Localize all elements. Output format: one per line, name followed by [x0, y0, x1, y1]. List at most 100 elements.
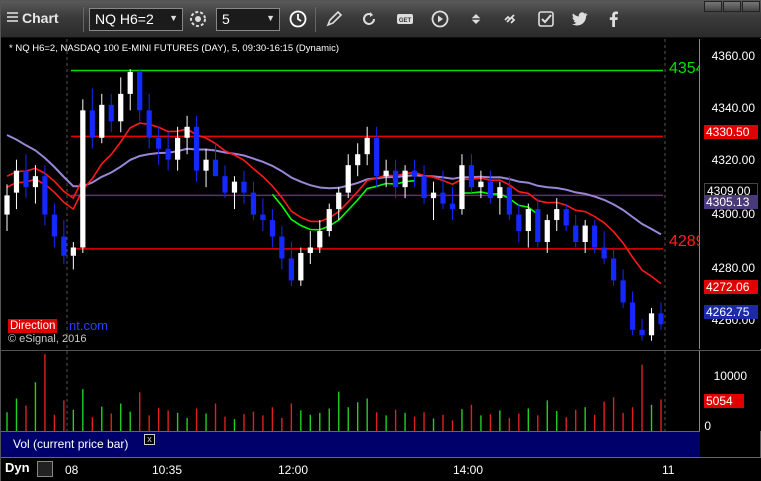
maximize-button[interactable]: [723, 1, 741, 12]
toolbar: Chart NQ H6=2 ▼ 5 ▼ GET: [1, 1, 761, 38]
refresh-button[interactable]: [356, 6, 382, 32]
moving-average-purple: [6, 134, 662, 236]
direction-badge[interactable]: Direction: [8, 319, 58, 333]
candle-body: [23, 170, 29, 188]
refresh-icon: [363, 12, 375, 25]
moving-average-red: [6, 122, 662, 285]
candle-body: [345, 165, 351, 193]
direction-badge-tail[interactable]: nt.com: [69, 318, 108, 333]
candle-body: [307, 247, 313, 253]
vwap-green: [271, 179, 415, 231]
twitter-icon: [572, 12, 588, 26]
candle-body: [573, 225, 579, 243]
play-button[interactable]: [427, 6, 453, 32]
candle-body: [582, 225, 588, 243]
clock-icon: [289, 10, 307, 28]
toolbar-separator: [83, 7, 84, 32]
volume-axis[interactable]: 10000 5054 0: [700, 350, 761, 433]
volume-panel[interactable]: [1, 350, 700, 432]
candle-body: [487, 181, 493, 199]
candle-body: [648, 313, 655, 336]
candle-body: [70, 247, 76, 256]
close-button[interactable]: [742, 1, 760, 12]
chart-window: Chart NQ H6=2 ▼ 5 ▼ GET * NQ H6=2, NASDA…: [0, 0, 761, 481]
price-flag-last: 4262.75: [704, 305, 758, 319]
interval-input[interactable]: 5 ▼: [216, 8, 280, 31]
price-tick: 4300.00: [711, 207, 755, 221]
chevron-down-icon[interactable]: ▼: [266, 13, 275, 23]
candle-body: [563, 209, 569, 226]
candle-body: [620, 280, 626, 303]
candle-body: [506, 187, 512, 215]
draw-button[interactable]: [321, 6, 347, 32]
candle-body: [127, 71, 133, 94]
candle-body: [535, 209, 541, 243]
candle-body: [430, 192, 437, 199]
candle-body: [260, 214, 266, 221]
checkbox-button[interactable]: [533, 6, 559, 32]
candle-body: [231, 181, 238, 193]
checkbox-icon: [538, 11, 554, 27]
candle-body: [364, 137, 370, 155]
candle-body: [13, 170, 20, 193]
candle-body: [156, 137, 162, 149]
clock-button[interactable]: [285, 6, 311, 32]
lock-icon[interactable]: [37, 461, 53, 477]
price-flag-ema: 4272.06: [704, 280, 758, 294]
price-tick: 4360.00: [711, 49, 755, 63]
time-axis[interactable]: Dyn 08 10:35 12:00 14:00 11: [1, 457, 761, 481]
price-flag-resistance: 4330.50: [704, 125, 758, 139]
candle-body: [99, 104, 105, 138]
candle-body: [279, 236, 285, 259]
settings-button[interactable]: [185, 6, 211, 32]
time-label: 14:00: [453, 463, 484, 477]
time-label: 10:35: [152, 463, 183, 477]
candle-body: [421, 176, 427, 199]
candle-body: [51, 214, 57, 237]
chevron-down-icon[interactable]: ▼: [169, 13, 178, 23]
candle-body: [374, 137, 380, 177]
grip-icon[interactable]: [7, 12, 18, 24]
candle-body: [544, 220, 550, 243]
candle-body: [212, 159, 219, 177]
candle-body: [80, 110, 86, 248]
dynamic-label[interactable]: Dyn: [5, 460, 30, 475]
volume-chart-svg[interactable]: [1, 351, 700, 432]
price-tick: 4340.00: [711, 101, 755, 115]
candle-body: [241, 181, 247, 193]
window-title[interactable]: Chart: [7, 10, 59, 26]
candle-body: [629, 302, 636, 330]
candle-body: [592, 225, 598, 248]
volume-tick: 10000: [713, 369, 747, 383]
candle-body: [326, 209, 332, 232]
candle-body: [440, 192, 446, 204]
volume-label-bar: Vol (current price bar) x: [1, 431, 700, 457]
candle-body: [184, 126, 190, 138]
price-chart-panel[interactable]: * NQ H6=2, NASDAQ 100 E-MINI FUTURES (DA…: [1, 39, 705, 349]
price-chart-svg[interactable]: [1, 39, 700, 349]
symbol-value: NQ H6=2: [95, 11, 154, 27]
candle-body: [383, 170, 389, 177]
candle-body: [658, 313, 664, 325]
candle-body: [402, 170, 408, 188]
candle-body: [42, 176, 48, 215]
minimize-button[interactable]: [704, 1, 722, 12]
volume-study-label[interactable]: Vol (current price bar): [13, 437, 128, 451]
facebook-button[interactable]: [601, 6, 627, 32]
candle-body: [89, 110, 95, 138]
candle-body: [355, 154, 361, 166]
candle-body: [459, 165, 465, 210]
link-button[interactable]: [498, 6, 524, 32]
sync-button[interactable]: [463, 6, 489, 32]
price-axis[interactable]: 4360.00 4340.00 4320.00 4300.00 4280.00 …: [700, 39, 761, 349]
symbol-input[interactable]: NQ H6=2 ▼: [89, 8, 183, 31]
volume-tick: 0: [704, 419, 711, 433]
twitter-button[interactable]: [567, 6, 593, 32]
candle-body: [288, 258, 294, 281]
candle-body: [203, 159, 209, 171]
candle-body: [449, 203, 456, 210]
get-button[interactable]: GET: [392, 6, 418, 32]
close-icon[interactable]: x: [144, 434, 155, 445]
candle-body: [611, 258, 617, 281]
settings-icon: [190, 11, 206, 27]
